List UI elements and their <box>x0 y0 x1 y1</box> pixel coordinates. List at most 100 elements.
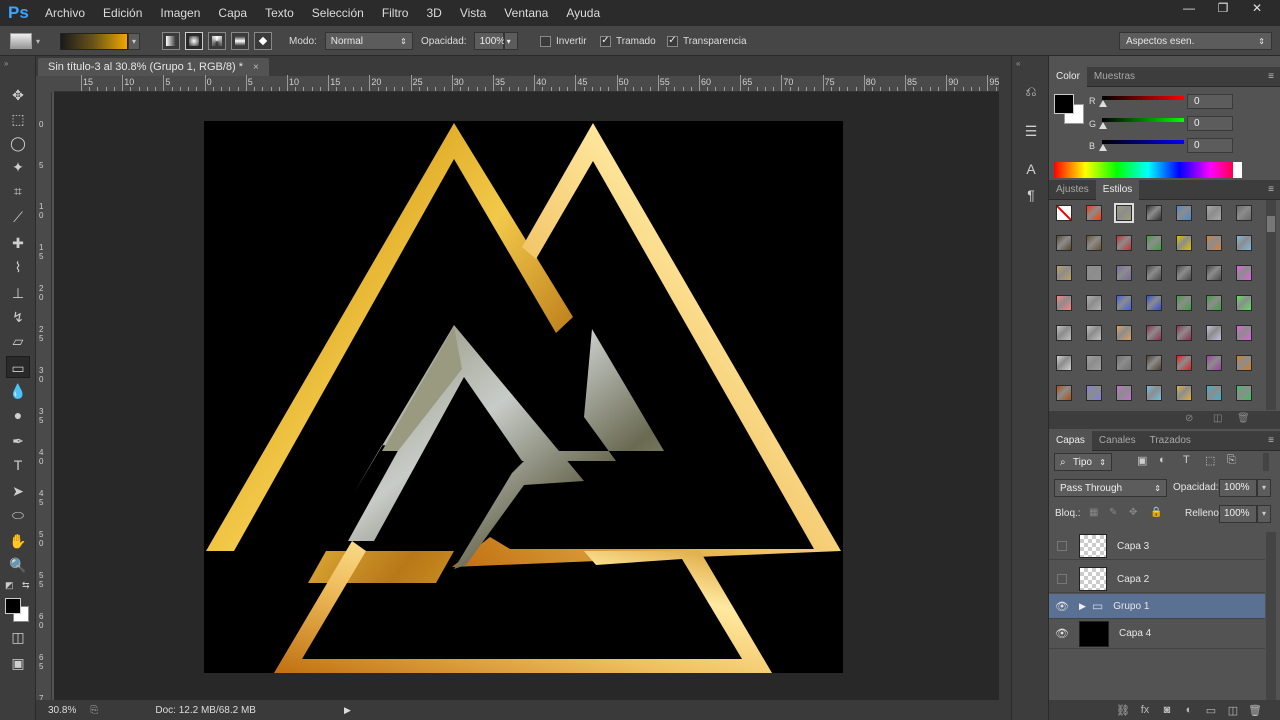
menu-imagen[interactable]: Imagen <box>151 6 209 20</box>
lock-image-icon[interactable]: ✎ <box>1109 507 1117 518</box>
style-swatch[interactable] <box>1206 355 1222 371</box>
style-swatch[interactable] <box>1146 355 1162 371</box>
menu-ventana[interactable]: Ventana <box>495 6 557 20</box>
style-swatch[interactable] <box>1116 325 1132 341</box>
trash-icon[interactable]: 🗑 <box>1237 413 1250 424</box>
layer-name[interactable]: Capa 2 <box>1117 574 1149 585</box>
foreground-color-swatch[interactable] <box>5 598 21 614</box>
style-swatch[interactable] <box>1206 235 1222 251</box>
style-swatch[interactable] <box>1176 235 1192 251</box>
layer-row[interactable]: 👁 Capa 4 <box>1049 619 1265 649</box>
brush-tool-icon[interactable]: ⌇ <box>6 256 30 278</box>
blur-tool-icon[interactable]: 💧 <box>6 380 30 402</box>
style-swatch[interactable] <box>1086 325 1102 341</box>
style-swatch[interactable] <box>1236 235 1252 251</box>
fill-input[interactable]: 100% <box>1219 505 1257 523</box>
style-swatch[interactable] <box>1116 385 1132 401</box>
style-swatch[interactable] <box>1206 295 1222 311</box>
dither-option[interactable]: ✓ Tramado <box>600 26 656 56</box>
shape-tool-icon[interactable]: ⬭ <box>6 504 30 526</box>
invert-checkbox[interactable] <box>540 35 551 47</box>
tab-color[interactable]: Color <box>1049 66 1087 87</box>
menu-texto[interactable]: Texto <box>256 6 303 20</box>
style-swatch[interactable] <box>1116 235 1132 251</box>
character-panel-icon[interactable]: A <box>1019 158 1043 180</box>
hand-tool-icon[interactable]: ✋ <box>6 530 30 552</box>
spectrum-white[interactable] <box>1233 162 1242 178</box>
chevron-down-icon[interactable]: ▾ <box>128 32 140 50</box>
lasso-tool-icon[interactable]: ◯ <box>6 132 30 154</box>
type-tool-icon[interactable]: T <box>6 454 30 476</box>
layer-opacity-input[interactable]: 100% <box>1219 479 1257 497</box>
style-swatch[interactable] <box>1056 295 1072 311</box>
style-swatch[interactable] <box>1116 295 1132 311</box>
styles-scroll-thumb[interactable] <box>1267 216 1275 232</box>
close-tab-icon[interactable]: × <box>253 62 259 73</box>
link-icon[interactable]: ⛓ <box>1112 704 1134 717</box>
angle-gradient-button[interactable] <box>208 32 226 50</box>
gradient-picker[interactable]: ▾ <box>60 26 140 56</box>
style-swatch[interactable] <box>1176 205 1192 221</box>
style-swatch[interactable] <box>1086 295 1102 311</box>
play-icon[interactable]: ▶ <box>344 705 351 716</box>
tab-trazados[interactable]: Trazados <box>1143 431 1198 451</box>
b-value[interactable]: 0 <box>1187 138 1233 153</box>
style-swatch[interactable] <box>1146 325 1162 341</box>
b-slider-thumb[interactable] <box>1099 144 1107 151</box>
menu-ayuda[interactable]: Ayuda <box>557 6 609 20</box>
lock-all-icon[interactable]: 🔒 <box>1150 507 1162 518</box>
style-swatch[interactable] <box>1176 325 1192 341</box>
g-slider[interactable] <box>1102 118 1184 122</box>
tab-canales[interactable]: Canales <box>1092 431 1143 451</box>
layer-row-selected[interactable]: 👁 ▶ ▭ Grupo 1 <box>1049 594 1265 619</box>
gradient-preview[interactable] <box>60 32 128 50</box>
restore-button[interactable]: ❐ <box>1206 0 1240 18</box>
style-swatch[interactable] <box>1236 325 1252 341</box>
group-icon[interactable]: ▭ <box>1200 704 1222 717</box>
swap-colors-icon[interactable]: ⇆ <box>22 580 30 591</box>
eraser-tool-icon[interactable]: ▱ <box>6 330 30 352</box>
filter-smart-object-icon[interactable]: ⎘ <box>1227 454 1236 467</box>
style-swatch[interactable] <box>1236 205 1252 221</box>
style-swatch[interactable] <box>1176 265 1192 281</box>
style-swatch[interactable] <box>1056 235 1072 251</box>
menu-filtro[interactable]: Filtro <box>373 6 418 20</box>
style-swatch[interactable] <box>1146 235 1162 251</box>
history-brush-tool-icon[interactable]: ↯ <box>6 306 30 328</box>
style-swatch[interactable] <box>1176 295 1192 311</box>
layer-name[interactable]: Capa 3 <box>1117 541 1149 552</box>
invert-option[interactable]: Invertir <box>540 26 587 56</box>
style-swatch[interactable] <box>1236 355 1252 371</box>
menu-3d[interactable]: 3D <box>417 6 450 20</box>
properties-panel-icon[interactable]: ☰ <box>1019 120 1043 142</box>
blend-mode-select[interactable]: Pass Through ⇕ <box>1054 479 1167 497</box>
paragraph-panel-icon[interactable]: ¶ <box>1019 184 1043 206</box>
style-swatch[interactable] <box>1206 385 1222 401</box>
dodge-tool-icon[interactable]: ● <box>6 404 30 426</box>
panel-menu-icon[interactable]: ≡ <box>1268 71 1274 82</box>
workspace-select[interactable]: Aspectos esen. ⇕ <box>1119 32 1272 50</box>
style-swatch[interactable] <box>1176 385 1192 401</box>
style-swatch[interactable] <box>1146 205 1162 221</box>
tool-preset-picker[interactable]: ▾ <box>10 26 40 56</box>
mask-icon[interactable]: ◙ <box>1156 704 1178 716</box>
style-swatch[interactable] <box>1056 385 1072 401</box>
lock-transparent-icon[interactable]: ▦ <box>1089 507 1098 518</box>
new-layer-icon[interactable]: ◫ <box>1222 704 1244 717</box>
color-spectrum[interactable] <box>1054 162 1242 178</box>
menu-archivo[interactable]: Archivo <box>36 6 94 20</box>
opacity-input[interactable]: 100% <box>473 32 505 50</box>
mode-select[interactable]: Normal ⇕ <box>324 32 413 50</box>
r-value[interactable]: 0 <box>1187 94 1233 109</box>
clone-stamp-tool-icon[interactable]: ⊥ <box>6 282 30 304</box>
diamond-gradient-button[interactable] <box>254 32 272 50</box>
style-swatch[interactable] <box>1236 295 1252 311</box>
trash-icon[interactable]: 🗑 <box>1244 704 1266 717</box>
eyedropper-tool-icon[interactable]: ⟋ <box>6 206 30 228</box>
style-swatch[interactable] <box>1056 355 1072 371</box>
history-panel-icon[interactable]: ⎌ <box>1019 80 1043 102</box>
g-value[interactable]: 0 <box>1187 116 1233 131</box>
eye-icon[interactable]: 👁 <box>1049 627 1075 640</box>
collapse-icon[interactable]: » <box>4 59 8 68</box>
gradient-tool-icon[interactable]: ▭ <box>6 356 30 378</box>
